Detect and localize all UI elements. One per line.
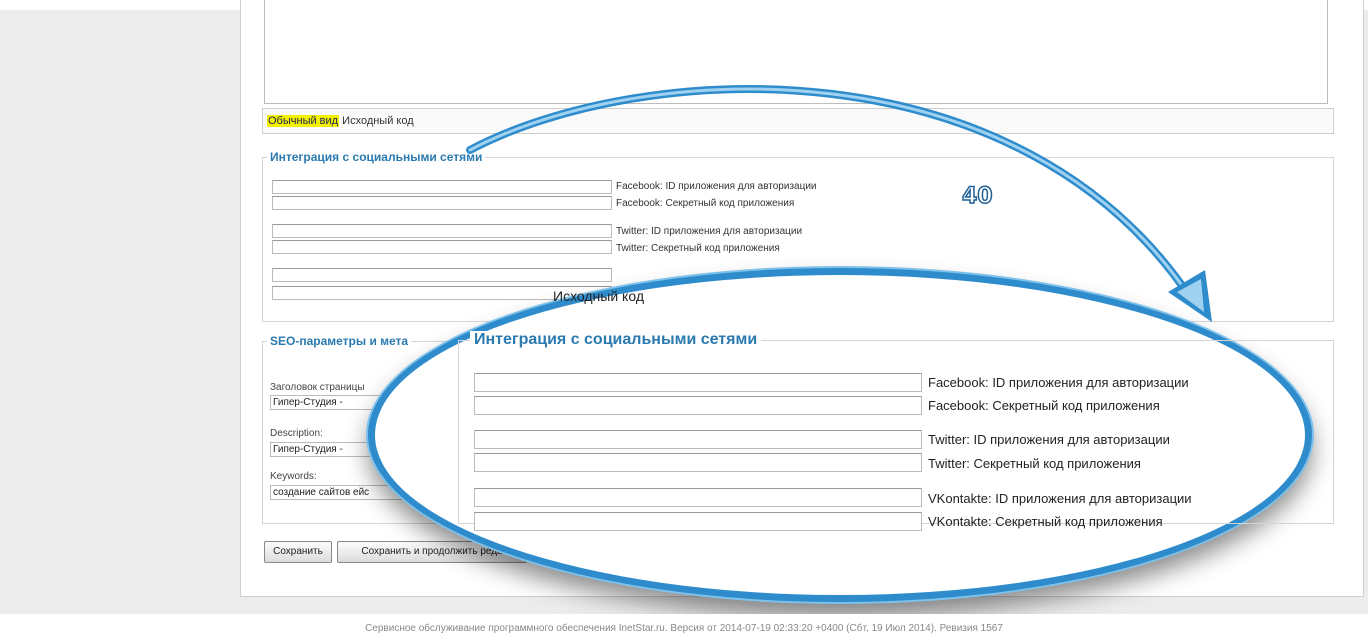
zoomed-vkontakte-app-id-input[interactable]: [474, 488, 922, 507]
zoomed-social-legend: Интеграция с социальными сетями: [470, 331, 762, 349]
step-number-badge: 40: [961, 183, 993, 210]
footer-version-text: Сервисное обслуживание программного обес…: [0, 614, 1368, 644]
zoomed-vkontakte-app-id-label: VKontakte: ID приложения для авторизации: [928, 491, 1192, 506]
zoomed-twitter-app-id-input[interactable]: [474, 430, 922, 449]
zoomed-facebook-app-id-label: Facebook: ID приложения для авторизации: [928, 375, 1189, 390]
zoomed-vkontakte-secret-input[interactable]: [474, 512, 922, 531]
zoomed-facebook-app-id-input[interactable]: [474, 373, 922, 392]
zoomed-twitter-secret-input[interactable]: [474, 453, 922, 472]
zoomed-vkontakte-secret-label: VKontakte: Секретный код приложения: [928, 514, 1163, 529]
zoomed-facebook-secret-label: Facebook: Секретный код приложения: [928, 398, 1160, 413]
zoomed-tab-source-mode: Исходный код: [553, 288, 644, 304]
zoomed-tab-source-label: Исходный код: [553, 288, 644, 304]
zoomed-twitter-app-id-label: Twitter: ID приложения для авторизации: [928, 432, 1170, 447]
zoomed-facebook-secret-input[interactable]: [474, 396, 922, 415]
zoomed-twitter-secret-label: Twitter: Секретный код приложения: [928, 456, 1141, 471]
